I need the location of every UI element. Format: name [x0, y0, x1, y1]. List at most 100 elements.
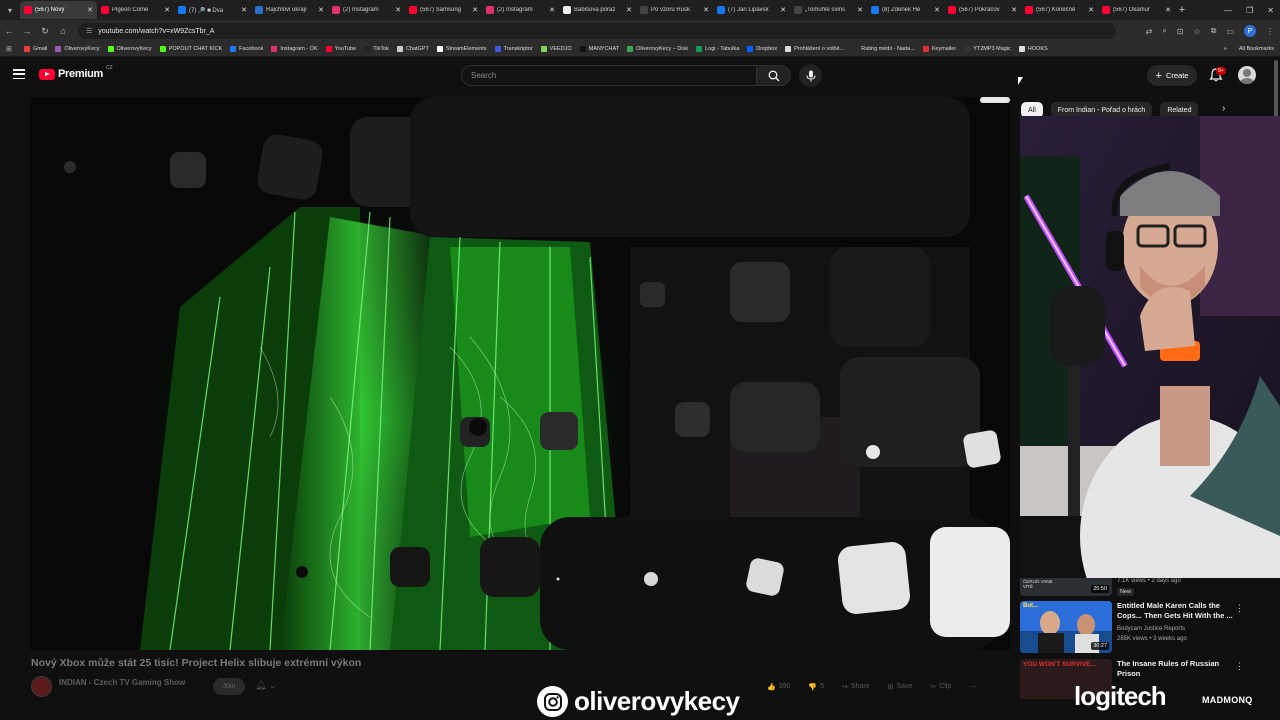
browser-tab[interactable]: (567) Konečně ✕: [1021, 1, 1098, 19]
tab-close-icon[interactable]: ✕: [1011, 6, 1017, 14]
back-icon[interactable]: ←: [0, 26, 18, 36]
channel-avatar[interactable]: [31, 676, 52, 697]
browser-tab[interactable]: (7) 🔎 ■ Dva ✕: [174, 1, 251, 19]
home-icon[interactable]: ⌂: [54, 26, 72, 36]
channel-name[interactable]: INDIAN - Czech TV Gaming Show: [59, 678, 185, 687]
chips-next-icon[interactable]: ›: [1222, 103, 1225, 114]
new-tab-button[interactable]: +: [1175, 4, 1189, 16]
bookmark-item[interactable]: OliverovyKecy: [104, 46, 156, 52]
tab-close-icon[interactable]: ✕: [857, 6, 863, 14]
bookmark-item[interactable]: TikTok: [360, 46, 393, 52]
dislike-button[interactable]: 👎 5: [799, 683, 833, 691]
subscription-bell-icon[interactable]: 🔔︎ ⌄: [255, 680, 276, 691]
close-window-icon[interactable]: ✕: [1267, 6, 1274, 15]
profile-avatar[interactable]: P: [1244, 25, 1256, 37]
browser-menu-icon[interactable]: ⋮: [1266, 27, 1274, 36]
rec-title[interactable]: Entitled Male Karen Calls the Cops... Th…: [1117, 601, 1239, 621]
join-button[interactable]: Join: [213, 678, 245, 695]
forward-icon[interactable]: →: [18, 26, 36, 36]
save-button[interactable]: ⊞ Save: [879, 683, 922, 691]
tab-close-icon[interactable]: ✕: [934, 6, 940, 14]
page-scrollbar[interactable]: [1274, 60, 1278, 120]
bookmark-item[interactable]: StreamElements: [433, 46, 491, 52]
browser-tab[interactable]: Pigeon Come ✕: [97, 1, 174, 19]
tab-close-icon[interactable]: ✕: [703, 6, 709, 14]
browser-tab[interactable]: (7) Jan Lipavsk ✕: [713, 1, 790, 19]
bookmark-item[interactable]: Logi - Tabulka: [692, 46, 743, 52]
bookmark-item[interactable]: ChatGPT: [393, 46, 433, 52]
bookmark-item[interactable]: HOOKS: [1015, 46, 1052, 52]
browser-tab[interactable]: Babišova poraz ✕: [559, 1, 636, 19]
bookmark-item[interactable]: Dropbox: [743, 46, 781, 52]
bookmark-item[interactable]: Rating médií - Nada...: [848, 46, 919, 52]
tab-close-icon[interactable]: ✕: [395, 6, 401, 14]
bookmark-item[interactable]: MANYCHAT: [576, 46, 623, 52]
browser-tab[interactable]: (567) Pokračov ✕: [944, 1, 1021, 19]
bookmark-item[interactable]: Transkriptor: [491, 46, 537, 52]
account-avatar[interactable]: [1238, 66, 1256, 84]
tab-close-icon[interactable]: ✕: [780, 6, 786, 14]
rec-title[interactable]: The Insane Rules of Russian Prison: [1117, 659, 1239, 679]
bookmark-item[interactable]: Prohlášení o volbě...: [781, 46, 848, 52]
rec-more-icon[interactable]: ⋮: [1235, 661, 1244, 672]
bookmark-item[interactable]: OliverovyKecy – Disk: [623, 46, 692, 52]
browser-tab[interactable]: (567) Okamur ✕: [1098, 1, 1175, 19]
minimize-icon[interactable]: —: [1224, 6, 1232, 15]
zoom-icon[interactable]: ⌕: [1162, 26, 1166, 36]
install-icon[interactable]: ⊡: [1177, 27, 1184, 36]
restore-icon[interactable]: ❐: [1246, 6, 1253, 15]
address-bar[interactable]: ☰ youtube.com/watch?v=xW9ZcsTbr_A: [78, 23, 1116, 39]
extensions-icon[interactable]: ⧉: [1211, 26, 1217, 36]
browser-tab[interactable]: (567) Samsung ✕: [405, 1, 482, 19]
clip-button[interactable]: ✂ Clip: [921, 683, 960, 691]
like-button[interactable]: 👍 390: [758, 683, 799, 691]
tab-close-icon[interactable]: ✕: [241, 6, 247, 14]
search-input[interactable]: Search: [461, 65, 756, 86]
tab-close-icon[interactable]: ✕: [1165, 6, 1171, 14]
browser-tab[interactable]: (2) Instagram ✕: [482, 1, 559, 19]
browser-tab[interactable]: Rajchlovi ukrají ✕: [251, 1, 328, 19]
voice-search-button[interactable]: [799, 64, 822, 87]
rec-item[interactable]: But... 30:27 Entitled Male Karen Calls t…: [1020, 601, 1250, 657]
video-player[interactable]: [30, 97, 1010, 650]
all-bookmarks[interactable]: All Bookmarks: [1239, 46, 1274, 52]
browser-tab[interactable]: (8) Zdenek He ✕: [867, 1, 944, 19]
browser-tab[interactable]: Po vzoru Rusk ✕: [636, 1, 713, 19]
reload-icon[interactable]: ↻: [36, 26, 54, 37]
tab-close-icon[interactable]: ✕: [87, 6, 93, 14]
tab-close-icon[interactable]: ✕: [164, 6, 170, 14]
create-button[interactable]: + Create: [1147, 65, 1197, 86]
chevron-right-icon[interactable]: »: [1224, 46, 1227, 52]
bookmark-item[interactable]: VEEDJO: [537, 46, 576, 52]
rec-item-partial[interactable]: ČERLÍD VANE VÍTĚ 25:50 7.1K views • 2 da…: [1020, 578, 1250, 598]
tab-close-icon[interactable]: ✕: [1088, 6, 1094, 14]
bookmark-item[interactable]: Facebook: [226, 46, 267, 52]
browser-tab[interactable]: „Tomuhle svins ✕: [790, 1, 867, 19]
rec-more-icon[interactable]: ⋮: [1235, 603, 1244, 614]
search-button[interactable]: [756, 65, 791, 86]
bookmark-star-icon[interactable]: ☆: [1194, 27, 1201, 36]
apps-grid-icon[interactable]: ⊞: [6, 45, 20, 53]
bookmark-item[interactable]: OliverovyKecy: [51, 46, 103, 52]
bookmark-item[interactable]: Gmail: [20, 46, 51, 52]
youtube-premium-logo[interactable]: Premium CZ: [39, 65, 113, 80]
tab-close-icon[interactable]: ✕: [626, 6, 632, 14]
more-button[interactable]: ⋯: [960, 683, 988, 691]
bookmark-item[interactable]: Keymailer: [919, 46, 960, 52]
bookmark-item[interactable]: Instagram - OK: [267, 46, 321, 52]
bookmark-item[interactable]: YT2MP3 Magic: [960, 46, 1015, 52]
bookmark-item[interactable]: YouTube: [322, 46, 361, 52]
hamburger-menu-icon[interactable]: [13, 69, 25, 79]
tab-close-icon[interactable]: ✕: [318, 6, 324, 14]
browser-tab[interactable]: (567) Nový ✕: [20, 1, 97, 19]
browser-tab[interactable]: (2) Instagram ✕: [328, 1, 405, 19]
tab-close-icon[interactable]: ✕: [472, 6, 478, 14]
tab-search-icon[interactable]: ▾: [0, 0, 20, 20]
tab-close-icon[interactable]: ✕: [549, 6, 555, 14]
sidebar-icon[interactable]: ▭: [1226, 27, 1234, 36]
share-button[interactable]: ↪ Share: [833, 683, 879, 691]
bookmark-item[interactable]: POPOUT CHAT KICK: [156, 46, 226, 52]
rec-channel[interactable]: Bodycam Justice Reports: [1117, 626, 1185, 632]
site-info-icon[interactable]: ☰: [86, 27, 92, 35]
translate-icon[interactable]: ⇄: [1146, 27, 1153, 36]
